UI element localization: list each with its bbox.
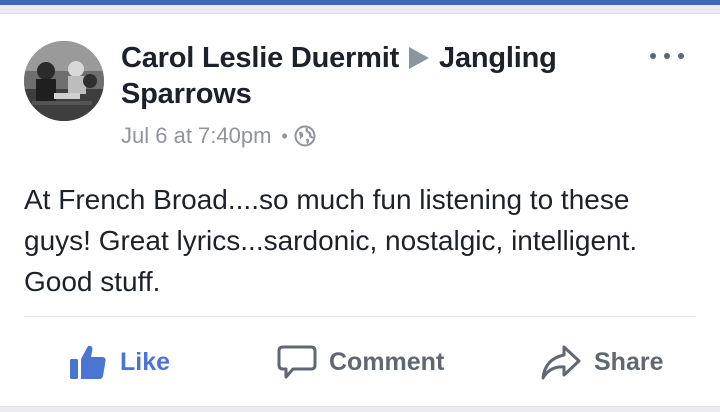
more-options-button[interactable]: [650, 49, 684, 63]
post-header: Carol Leslie Duermit Jangling Sparrows: [121, 40, 621, 112]
more-dot-icon: [664, 53, 670, 59]
comment-bubble-icon: [277, 345, 317, 379]
share-arrow-icon: [541, 345, 581, 380]
meta-separator: •: [281, 126, 288, 146]
share-button[interactable]: Share: [540, 332, 663, 392]
more-dot-icon: [650, 53, 656, 59]
more-dot-icon: [678, 53, 684, 59]
like-label: Like: [120, 347, 171, 376]
avatar-photo: [24, 41, 104, 121]
actions-divider: [24, 316, 696, 317]
comment-button[interactable]: Comment: [277, 332, 444, 392]
globe-icon[interactable]: [294, 125, 316, 147]
post-body-text: At French Broad....so much fun listening…: [24, 184, 638, 297]
avatar[interactable]: [24, 41, 104, 121]
post-actions: Like Comment Share: [0, 332, 720, 392]
shared-to-arrow-icon: [409, 47, 430, 69]
author-name-link[interactable]: Carol Leslie Duermit: [121, 42, 399, 74]
post-card: Carol Leslie Duermit Jangling Sparrows Ju…: [0, 13, 720, 407]
post-timestamp[interactable]: Jul 6 at 7:40pm: [121, 121, 271, 151]
top-brand-bar: [0, 0, 720, 5]
comment-label: Comment: [329, 347, 445, 376]
post-meta: Jul 6 at 7:40pm •: [121, 121, 316, 151]
thumbs-up-icon: [70, 345, 106, 379]
like-button[interactable]: Like: [68, 332, 170, 392]
share-label: Share: [594, 347, 664, 376]
